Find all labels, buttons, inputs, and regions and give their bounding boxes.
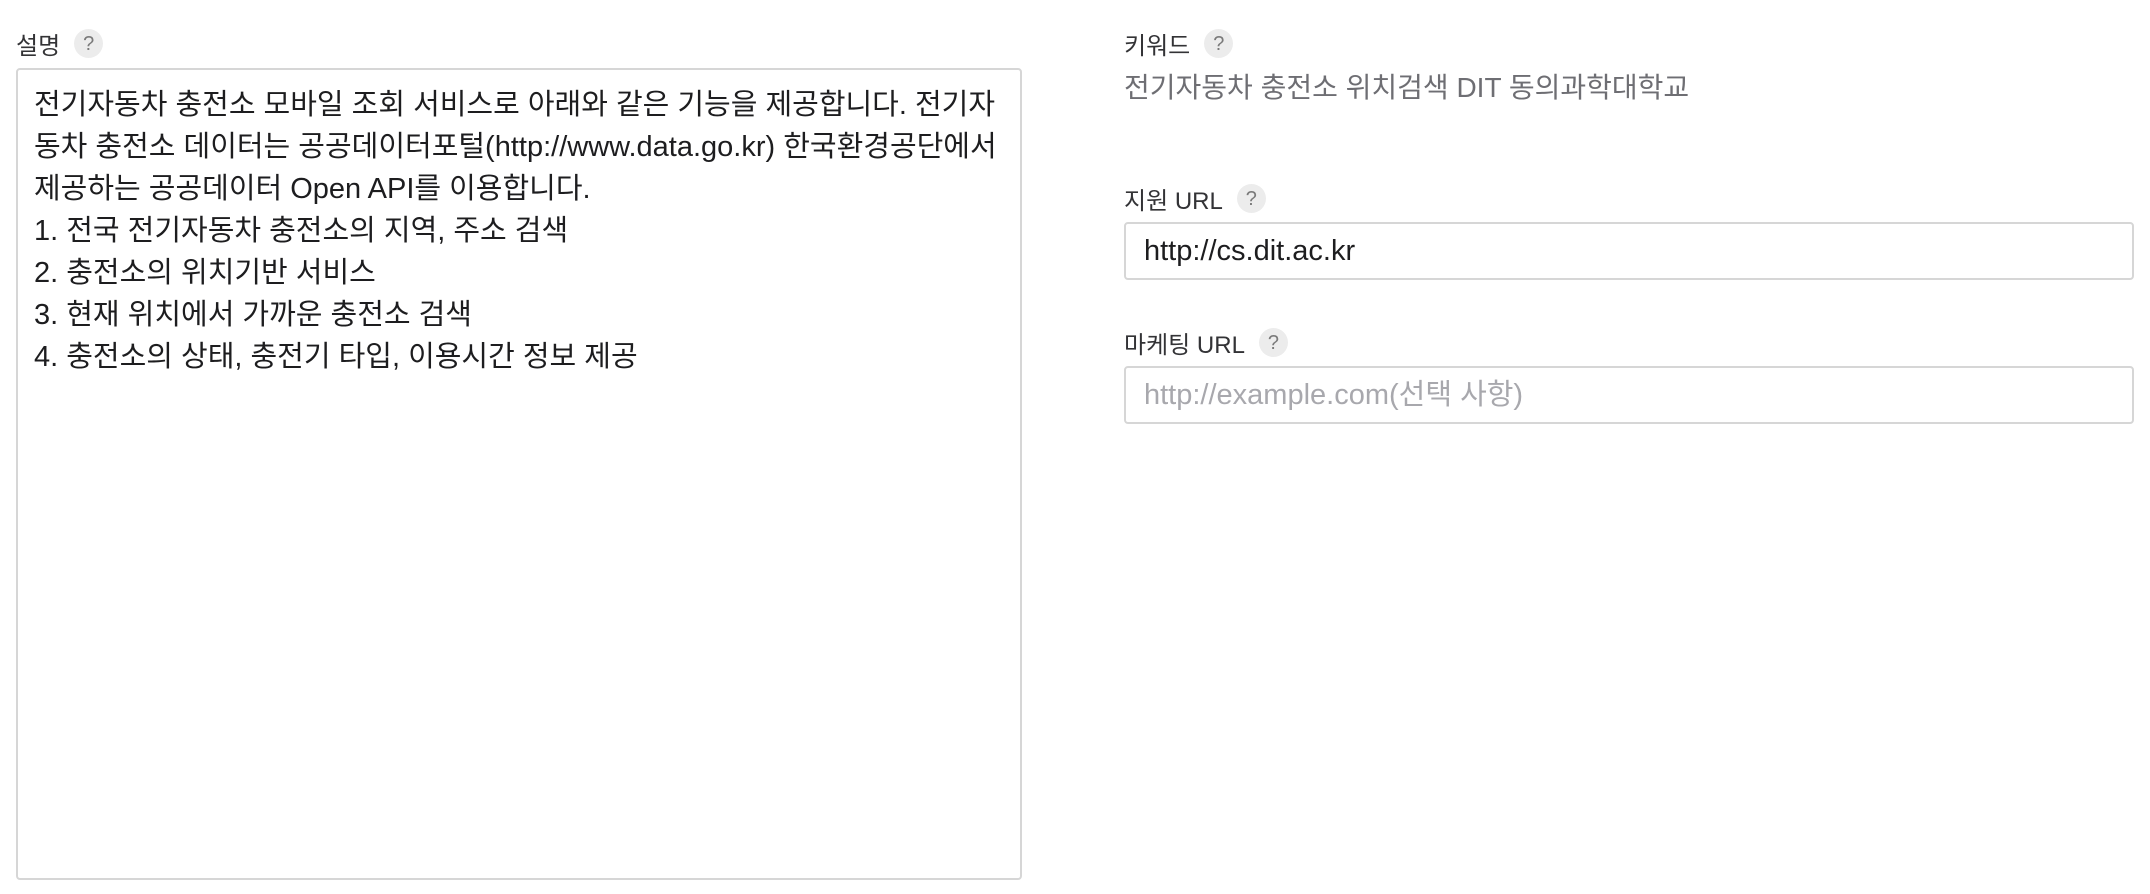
help-icon[interactable]: ? [74,29,104,58]
help-icon[interactable]: ? [1204,29,1234,58]
description-textarea[interactable]: 전기자동차 충전소 모바일 조회 서비스로 아래와 같은 기능을 제공합니다. … [16,68,1022,880]
marketing-url-input[interactable]: http://example.com(선택 사항) [1124,366,2134,424]
description-label-text: 설명 [16,33,61,60]
keywords-value[interactable]: 전기자동차 충전소 위치검색 DIT 동의과학대학교 [1124,66,1689,106]
help-icon[interactable]: ? [1236,184,1266,213]
support-url-label-text: 지원 URL [1124,188,1223,215]
support-url-label: 지원 URL ? [1124,181,1266,216]
marketing-url-label: 마케팅 URL ? [1124,325,1288,360]
keywords-label-text: 키워드 [1124,33,1191,60]
description-label: 설명 ? [16,26,104,61]
support-url-input[interactable]: http://cs.dit.ac.kr [1124,222,2134,280]
keywords-label: 키워드 ? [1124,26,1234,61]
marketing-url-label-text: 마케팅 URL [1124,332,1245,359]
help-icon[interactable]: ? [1258,328,1288,357]
